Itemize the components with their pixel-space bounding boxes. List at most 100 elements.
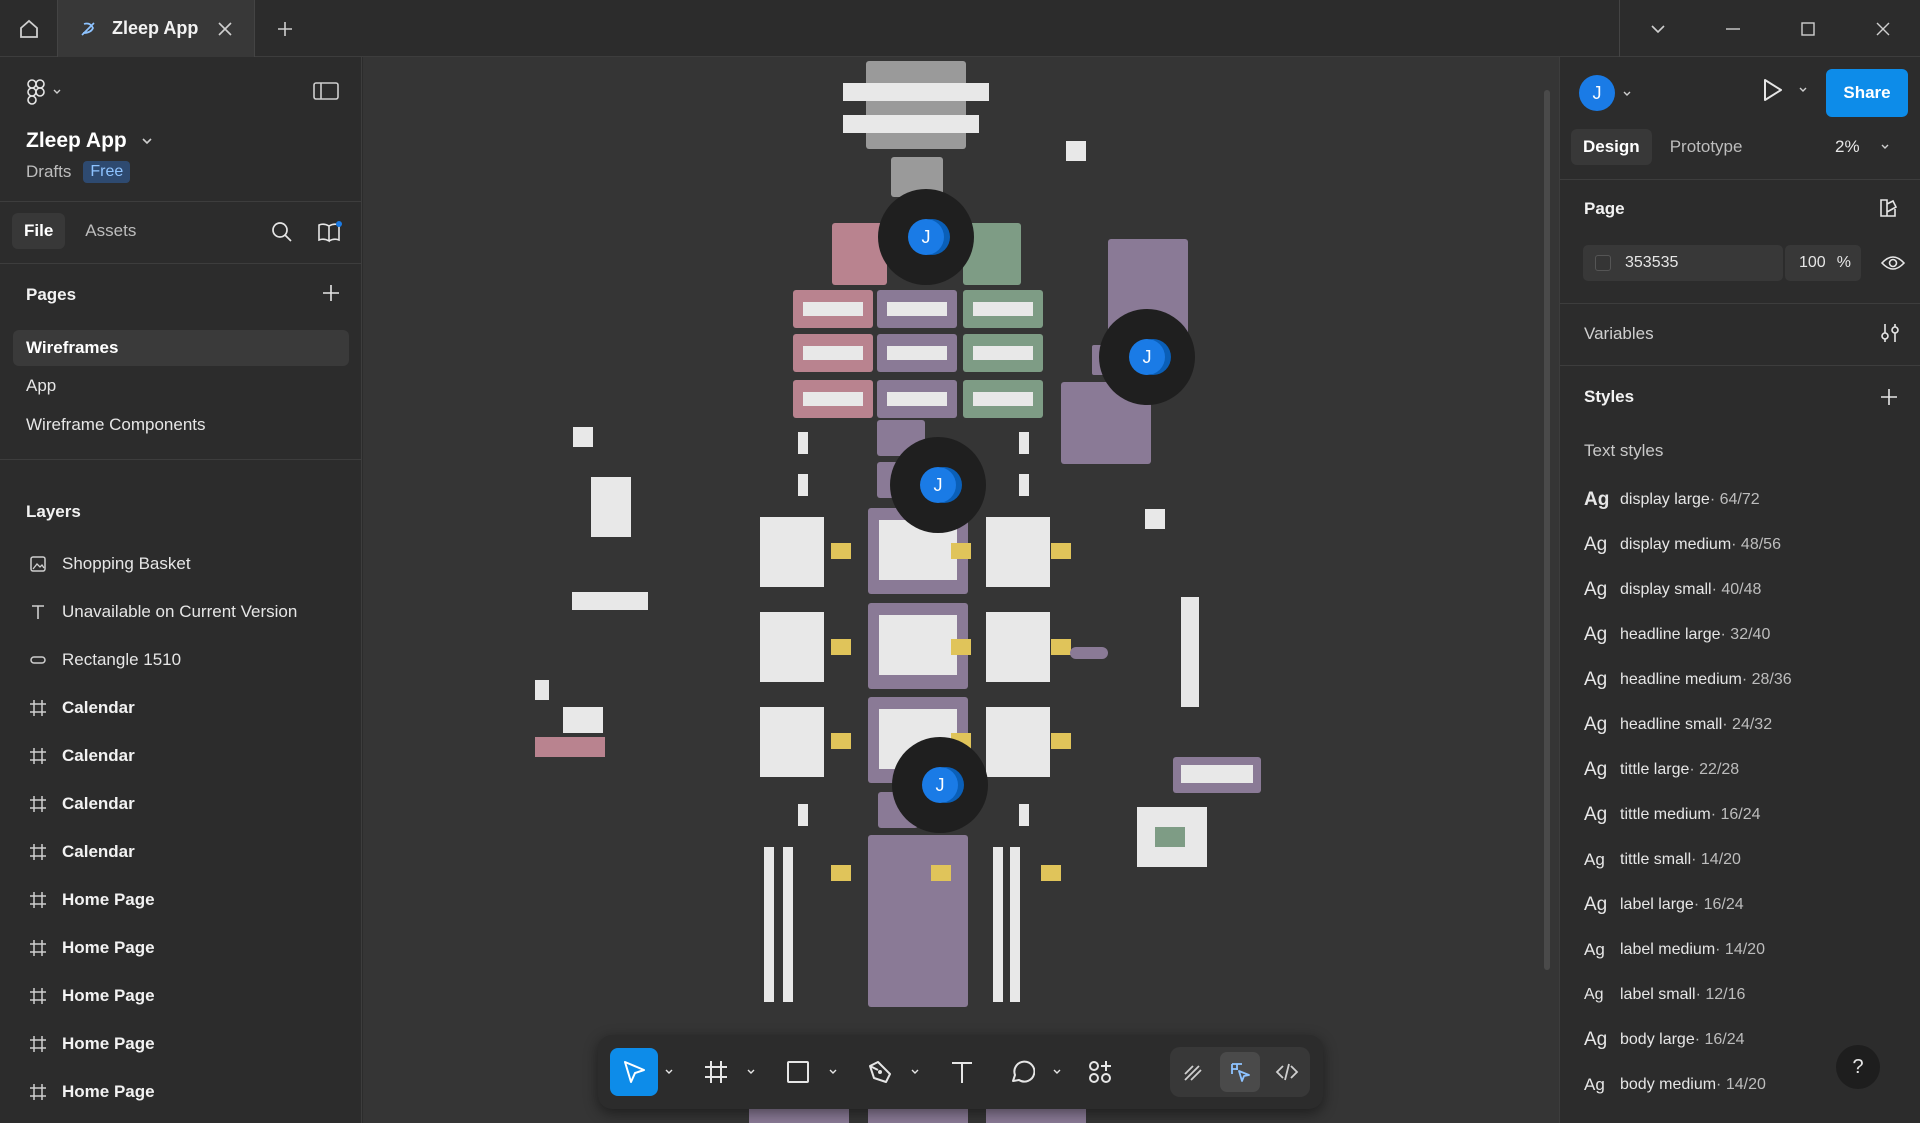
frame-tool-button[interactable]	[692, 1048, 740, 1096]
frame-icon	[26, 936, 50, 960]
plus-icon	[278, 22, 292, 36]
text-style-item[interactable]: Ag body large · 16/24	[1584, 1027, 1745, 1053]
layer-item[interactable]: Calendar	[26, 693, 135, 723]
close-window-button[interactable]	[1845, 0, 1920, 57]
pen-icon	[869, 1061, 891, 1083]
text-style-item[interactable]: Ag body medium · 14/20	[1584, 1072, 1766, 1098]
variables-icon[interactable]	[1879, 322, 1901, 344]
color-swatch[interactable]	[1595, 255, 1611, 271]
tab-file[interactable]: File	[12, 213, 66, 249]
minimize-icon	[1725, 27, 1740, 30]
text-style-item[interactable]: Ag headline medium · 28/36	[1584, 667, 1792, 693]
text-style-item[interactable]: Ag display large · 64/72	[1584, 487, 1760, 513]
canvas-scrollbar[interactable]	[1544, 90, 1550, 970]
share-button[interactable]: Share	[1826, 69, 1908, 117]
text-style-item[interactable]: Ag tittle small · 14/20	[1584, 847, 1741, 873]
page-opacity-field[interactable]: 100 %	[1785, 245, 1861, 281]
text-style-item[interactable]: Ag headline small · 24/32	[1584, 712, 1772, 738]
comment-tool-button[interactable]	[998, 1048, 1046, 1096]
page-color-field[interactable]: 353535	[1583, 245, 1783, 281]
page-item-wireframe-components[interactable]: Wireframe Components	[13, 407, 349, 443]
library-icon[interactable]	[317, 221, 343, 243]
pen-tool-button[interactable]	[856, 1048, 904, 1096]
text-style-item[interactable]: Ag tittle medium · 16/24	[1584, 802, 1761, 828]
comment-tool-dropdown[interactable]	[1046, 1048, 1068, 1096]
eye-icon[interactable]	[1880, 254, 1906, 272]
chevron-down-icon	[1053, 1069, 1061, 1074]
project-title: Zleep App	[26, 129, 127, 152]
search-icon[interactable]	[271, 221, 293, 243]
home-button[interactable]	[0, 0, 57, 57]
toggle-sidebar-button[interactable]	[313, 81, 339, 106]
sidebar-tools	[271, 221, 343, 243]
layer-item[interactable]: Unavailable on Current Version	[26, 597, 297, 627]
page-item-wireframes[interactable]: Wireframes	[13, 330, 349, 366]
layer-item[interactable]: Calendar	[26, 837, 135, 867]
tabs-dropdown-button[interactable]	[1620, 0, 1695, 57]
user-avatar[interactable]: J	[1579, 75, 1615, 111]
text-style-item[interactable]: Ag tittle large · 22/28	[1584, 757, 1739, 783]
shape-tool-button[interactable]	[774, 1048, 822, 1096]
main-menu-button[interactable]	[26, 79, 62, 105]
plus-icon[interactable]	[1879, 387, 1899, 407]
project-folder[interactable]: Drafts	[26, 162, 71, 182]
help-button[interactable]: ?	[1836, 1045, 1880, 1089]
collaborator-cursor: J	[892, 737, 988, 833]
layer-item[interactable]: Home Page	[26, 1029, 155, 1059]
tab-file[interactable]: Zleep App	[57, 0, 255, 57]
layer-item[interactable]: Calendar	[26, 789, 135, 819]
layer-item[interactable]: Shopping Basket	[26, 549, 191, 579]
text-style-item[interactable]: Ag label large · 16/24	[1584, 892, 1744, 918]
layer-item[interactable]: Home Page	[26, 981, 155, 1011]
chevron-down-icon	[665, 1069, 673, 1074]
actions-tool-button[interactable]	[1076, 1048, 1124, 1096]
layer-item[interactable]: Calendar	[26, 741, 135, 771]
ag-preview: Ag	[1584, 579, 1608, 600]
local-styles-icon[interactable]	[1877, 197, 1899, 219]
text-style-item[interactable]: Ag display medium · 48/56	[1584, 532, 1781, 558]
move-tool-button[interactable]	[610, 1048, 658, 1096]
layer-label: Calendar	[62, 842, 135, 861]
pen-tool-dropdown[interactable]	[904, 1048, 926, 1096]
plan-badge[interactable]: Free	[83, 161, 131, 183]
frame-icon	[26, 744, 50, 768]
dev-mode-button[interactable]	[1267, 1052, 1307, 1092]
page-item-app[interactable]: App	[13, 368, 349, 404]
design-mode-button[interactable]	[1219, 1052, 1260, 1092]
tab-prototype[interactable]: Prototype	[1658, 129, 1755, 165]
present-button[interactable]	[1760, 77, 1808, 103]
tab-design[interactable]: Design	[1571, 129, 1652, 165]
close-tab-button[interactable]	[214, 18, 236, 40]
project-location: Drafts Free	[26, 161, 131, 183]
tab-assets[interactable]: Assets	[73, 213, 148, 249]
text-style-name: display small	[1620, 581, 1712, 598]
text-style-item[interactable]: Ag headline large · 32/40	[1584, 622, 1770, 648]
add-page-button[interactable]	[321, 283, 341, 308]
layer-label: Home Page	[62, 986, 155, 1005]
new-tab-button[interactable]	[270, 14, 300, 44]
variables-title: Variables	[1584, 324, 1654, 343]
layer-item[interactable]: Home Page	[26, 1077, 155, 1107]
project-name[interactable]: Zleep App	[26, 129, 153, 153]
chevron-down-icon[interactable]	[1622, 89, 1632, 99]
maximize-button[interactable]	[1770, 0, 1845, 57]
layer-item[interactable]: Home Page	[26, 885, 155, 915]
text-style-item[interactable]: Ag label small · 12/16	[1584, 982, 1745, 1008]
chevron-down-icon	[142, 138, 152, 145]
text-style-item[interactable]: Ag display small · 40/48	[1584, 577, 1761, 603]
collaborator-avatar: J	[922, 767, 958, 803]
text-tool-button[interactable]	[938, 1048, 986, 1096]
minimize-button[interactable]	[1695, 0, 1770, 57]
text-style-item[interactable]: Ag label medium · 14/20	[1584, 937, 1765, 963]
draw-mode-button[interactable]	[1173, 1052, 1213, 1092]
ag-preview: Ag	[1584, 759, 1608, 780]
layer-item[interactable]: Home Page	[26, 933, 155, 963]
zoom-control[interactable]: 2%	[1835, 137, 1890, 157]
design-file-icon	[81, 21, 95, 36]
collaborator-cursor: J	[890, 437, 986, 533]
canvas[interactable]: J J J J	[363, 57, 1559, 1123]
shape-tool-dropdown[interactable]	[822, 1048, 844, 1096]
layer-item[interactable]: Rectangle 1510	[26, 645, 181, 675]
move-tool-dropdown[interactable]	[658, 1048, 680, 1096]
frame-tool-dropdown[interactable]	[740, 1048, 762, 1096]
